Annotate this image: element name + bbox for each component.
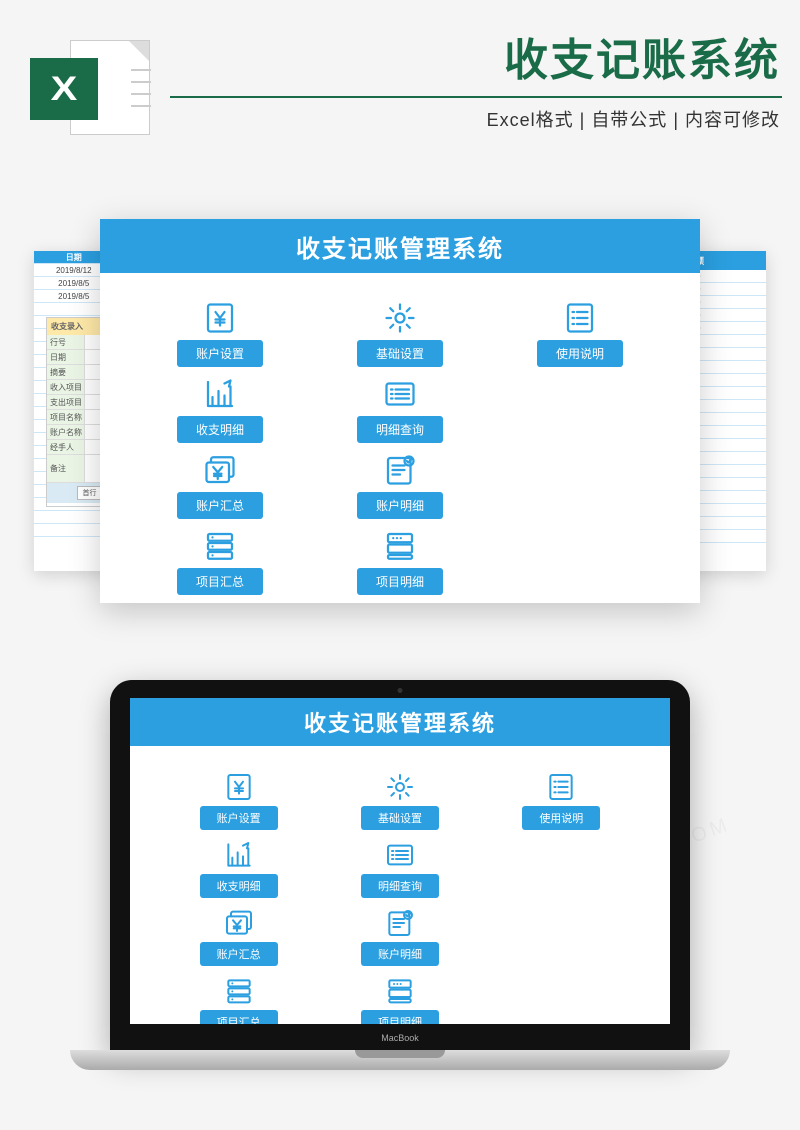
dashboard-button[interactable]: 项目明细	[361, 1010, 439, 1024]
dashboard-item-6[interactable]: 账户汇总	[150, 447, 290, 519]
excel-logo-letter: X	[51, 70, 78, 108]
list-doc-icon	[542, 771, 580, 803]
rows-stack-icon	[199, 528, 241, 564]
dashboard-button[interactable]: 项目汇总	[200, 1010, 278, 1024]
doc-check-icon	[379, 452, 421, 488]
dashboard-item-3[interactable]: 收支明细	[150, 371, 290, 443]
dashboard-button[interactable]: 项目汇总	[177, 568, 263, 595]
list-box-icon	[379, 376, 421, 412]
dashboard-button[interactable]: 账户设置	[177, 340, 263, 367]
dashboard-button[interactable]: 明细查询	[361, 874, 439, 898]
laptop-brand-label: MacBook	[381, 1033, 419, 1043]
page-title: 收支记账系统	[170, 24, 800, 88]
yen-stack-icon	[199, 452, 241, 488]
dashboard-button[interactable]: 使用说明	[537, 340, 623, 367]
dashboard-button[interactable]: 账户设置	[200, 806, 278, 830]
excel-logo: X	[30, 40, 150, 140]
yen-doc-icon	[220, 771, 258, 803]
dashboard-button[interactable]: 收支明细	[200, 874, 278, 898]
gear-icon	[379, 300, 421, 336]
dashboard-item-6[interactable]: 账户汇总	[174, 900, 303, 966]
dashboard-item-4[interactable]: 明细查询	[335, 832, 464, 898]
dashboard-button[interactable]: 明细查询	[357, 416, 443, 443]
dashboard-button[interactable]: 使用说明	[522, 806, 600, 830]
dashboard-button[interactable]: 基础设置	[361, 806, 439, 830]
list-box-icon	[381, 839, 419, 871]
header: 收支记账系统 Excel格式 | 自带公式 | 内容可修改	[170, 24, 800, 134]
doc-check-icon	[381, 907, 419, 939]
gear-icon	[381, 771, 419, 803]
rows-stack-icon	[220, 975, 258, 1007]
dashboard-button[interactable]: 基础设置	[357, 340, 443, 367]
yen-stack-icon	[220, 907, 258, 939]
dashboard-button[interactable]: 账户明细	[357, 492, 443, 519]
dashboard-item-7[interactable]: 账户明细	[330, 447, 470, 519]
dashboard-item-0[interactable]: 账户设置	[174, 764, 303, 830]
rows-detail-icon	[381, 975, 419, 1007]
list-doc-icon	[559, 300, 601, 336]
dashboard-card: 收支记账管理系统 账户设置 基础设置 使用说明收支明细 明细查询账户汇总 账户明细项目汇…	[100, 219, 700, 603]
dashboard-item-10[interactable]: 项目明细	[335, 968, 464, 1024]
dashboard-title-laptop: 收支记账管理系统	[304, 706, 496, 738]
preview-stage: 日期 摘 2019/8/12客户 2019/8/5人工 2019/8/5工程 收…	[0, 195, 800, 625]
dashboard-item-9[interactable]: 项目汇总	[174, 968, 303, 1024]
rows-detail-icon	[379, 528, 421, 564]
dashboard-item-4[interactable]: 明细查询	[330, 371, 470, 443]
dashboard-item-3[interactable]: 收支明细	[174, 832, 303, 898]
chart-icon	[220, 839, 258, 871]
dashboard-title: 收支记账管理系统	[296, 229, 504, 264]
dashboard-button[interactable]: 账户汇总	[200, 942, 278, 966]
chart-icon	[199, 376, 241, 412]
dashboard-item-10[interactable]: 项目明细	[330, 523, 470, 595]
dashboard-item-7[interactable]: 账户明细	[335, 900, 464, 966]
dashboard-button[interactable]: 账户汇总	[177, 492, 263, 519]
dashboard-item-2[interactable]: 使用说明	[497, 764, 626, 830]
dashboard-item-9[interactable]: 项目汇总	[150, 523, 290, 595]
dashboard-item-2[interactable]: 使用说明	[510, 295, 650, 367]
header-subtitle: Excel格式 | 自带公式 | 内容可修改	[170, 106, 800, 132]
dashboard-item-1[interactable]: 基础设置	[335, 764, 464, 830]
dashboard-item-1[interactable]: 基础设置	[330, 295, 470, 367]
dashboard-button[interactable]: 项目明细	[357, 568, 443, 595]
laptop-mockup: 收支记账管理系统 账户设置 基础设置 使用说明收支明细 明细查询账户汇总 账户明细项目汇…	[70, 680, 730, 1100]
dashboard-item-0[interactable]: 账户设置	[150, 295, 290, 367]
form-first-button[interactable]: 首行	[77, 486, 103, 500]
dashboard-button[interactable]: 账户明细	[361, 942, 439, 966]
dashboard-button[interactable]: 收支明细	[177, 416, 263, 443]
yen-doc-icon	[199, 300, 241, 336]
